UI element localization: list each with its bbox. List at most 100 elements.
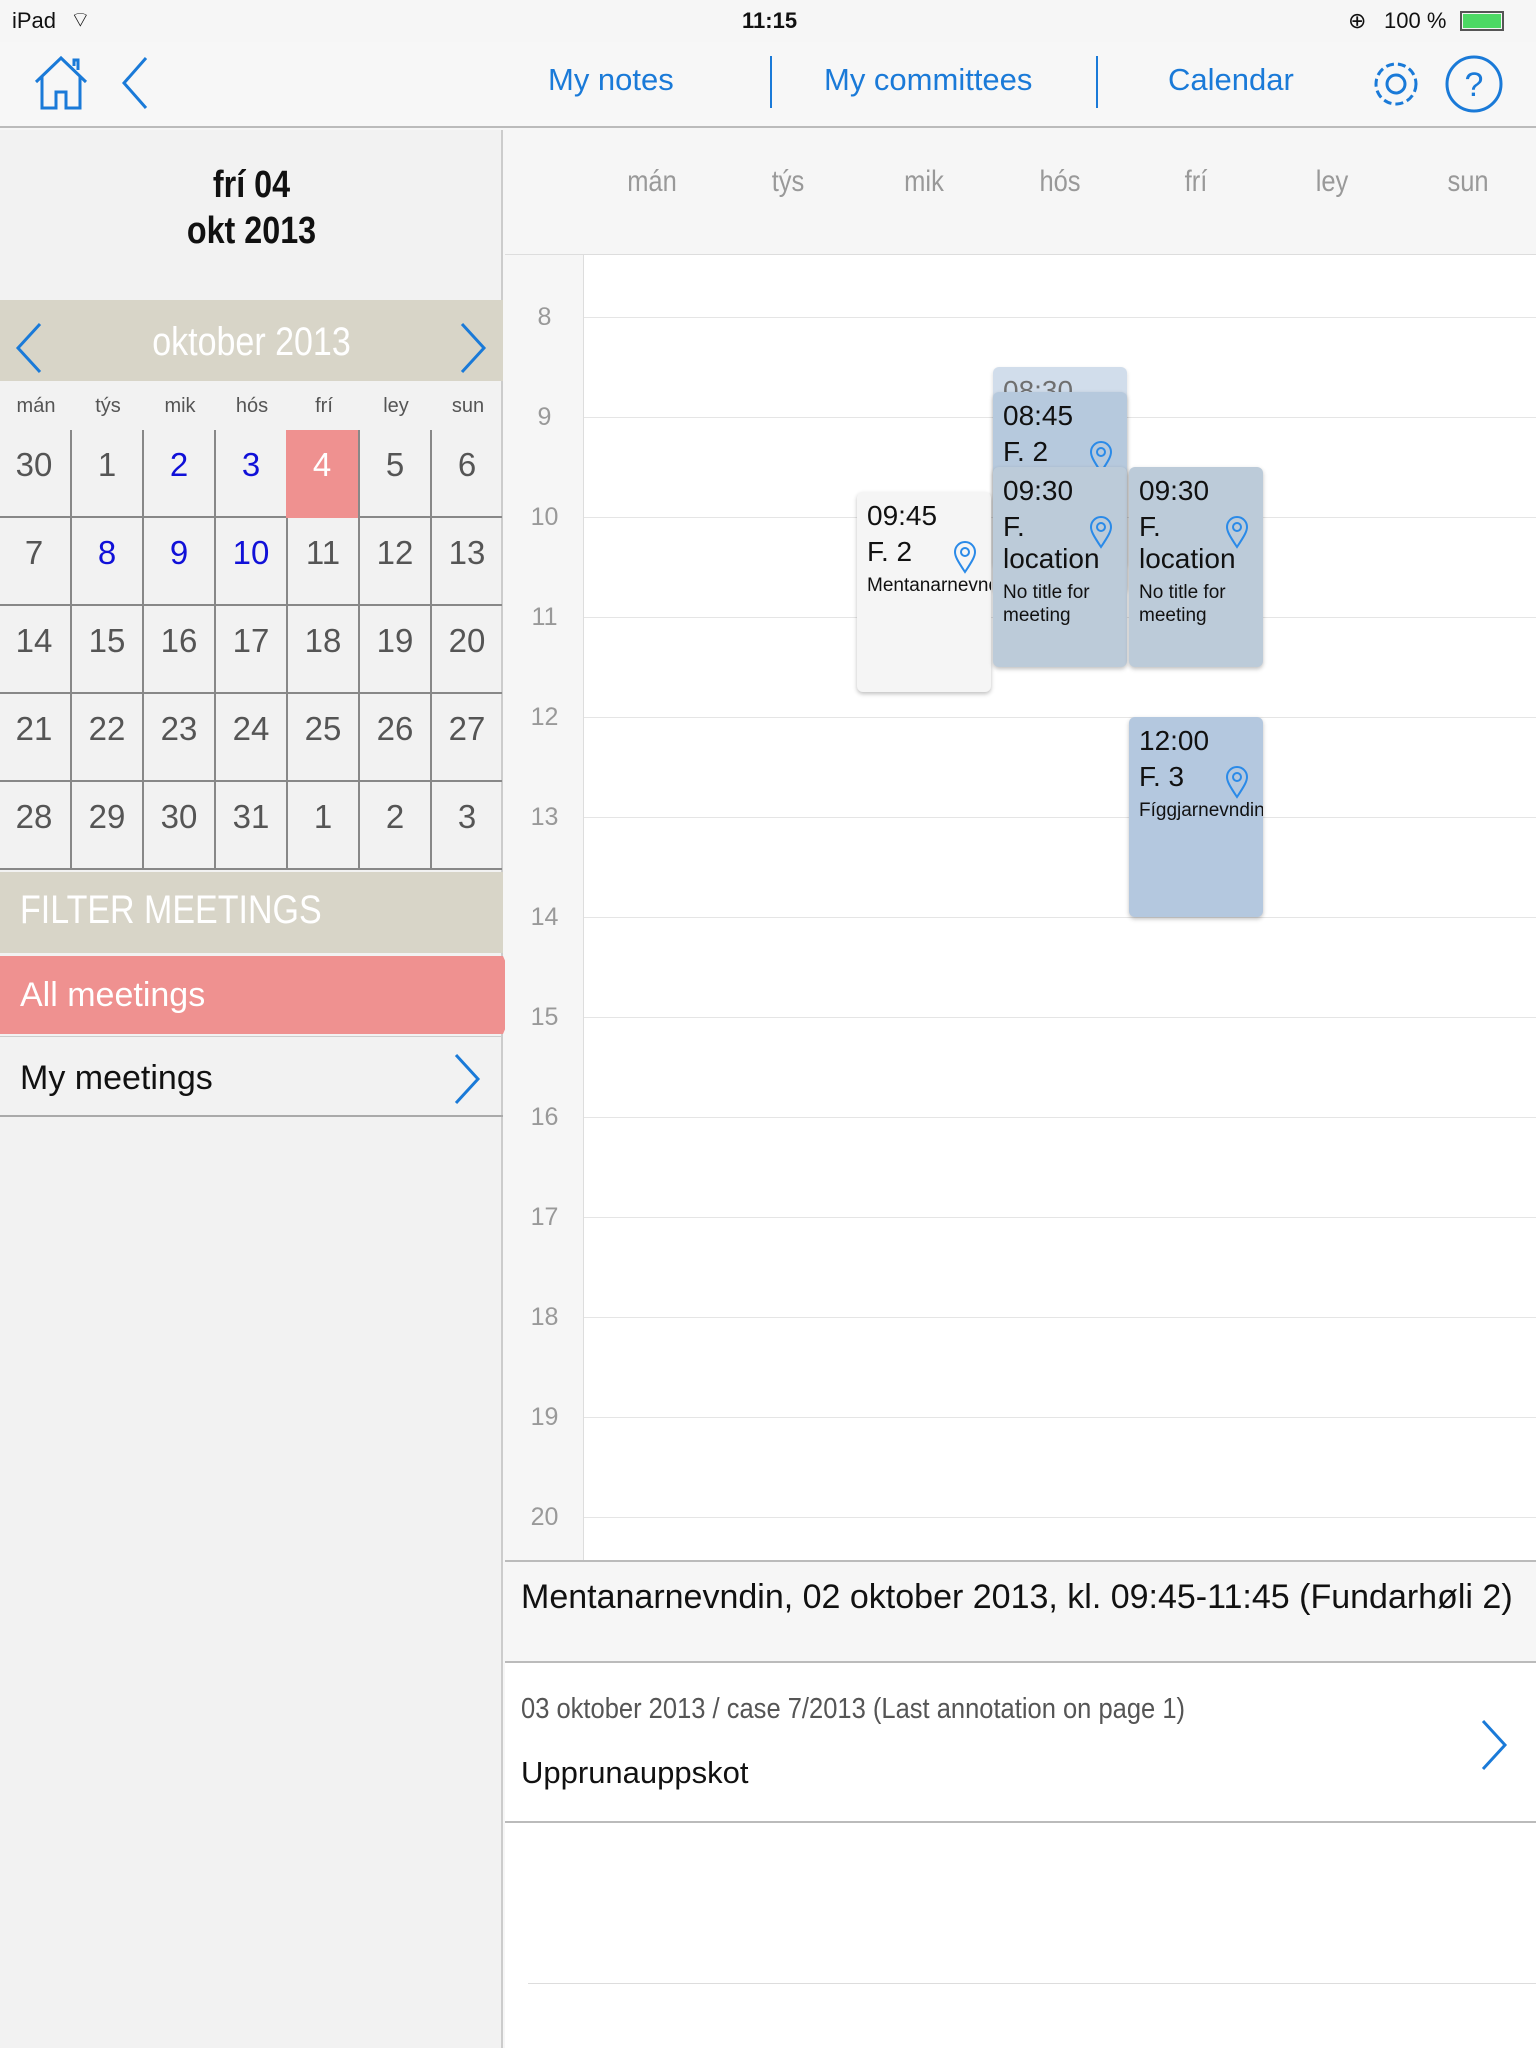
- event-title: No title for meeting: [1003, 582, 1090, 626]
- week-day-label: sun: [1447, 165, 1489, 198]
- weekday-label: ley: [383, 395, 409, 417]
- week-day-label: mik: [904, 165, 944, 198]
- weekday-label: mik: [164, 395, 196, 417]
- hour-line: [584, 1417, 1536, 1418]
- calendar-day[interactable]: 29: [70, 782, 142, 870]
- event-time: 09:45: [867, 500, 938, 531]
- calendar-day[interactable]: 28: [0, 782, 70, 870]
- battery-percent: 100 %: [1384, 8, 1447, 33]
- calendar-day[interactable]: 7: [0, 518, 70, 606]
- next-month-icon[interactable]: [458, 322, 488, 374]
- status-bar: iPad ⌔ 11:15 ⊕ 100 %: [0, 0, 1536, 42]
- calendar-day[interactable]: 21: [0, 694, 70, 782]
- week-day-label: frí: [1184, 165, 1208, 198]
- calendar-day[interactable]: 1: [70, 430, 142, 518]
- calendar-day[interactable]: 14: [0, 606, 70, 694]
- help-icon[interactable]: ?: [1444, 54, 1504, 114]
- nav-my-notes[interactable]: My notes: [548, 62, 674, 98]
- calendar-day[interactable]: 11: [286, 518, 358, 606]
- calendar-day[interactable]: 26: [358, 694, 430, 782]
- calendar-day[interactable]: 16: [142, 606, 214, 694]
- hour-line: [584, 1217, 1536, 1218]
- week-day-label: týs: [771, 165, 805, 198]
- hour-label: 16: [530, 1103, 559, 1131]
- meeting-item[interactable]: 03 oktober 2013 / case 7/2013 (Last anno…: [505, 1663, 1536, 1823]
- calendar-event[interactable]: 09:45F. 2Mentanarnevndin: [857, 492, 991, 692]
- nav-calendar[interactable]: Calendar: [1168, 62, 1294, 98]
- calendar-day[interactable]: 12: [358, 518, 430, 606]
- month-title: oktober 2013: [152, 320, 351, 364]
- weekday-label: týs: [95, 395, 121, 417]
- calendar-day[interactable]: 22: [70, 694, 142, 782]
- hour-label: 18: [530, 1303, 559, 1331]
- nav-divider: [1096, 56, 1098, 108]
- calendar-day[interactable]: 15: [70, 606, 142, 694]
- location-pin-icon: [1225, 765, 1249, 804]
- selected-meeting-header: Mentanarnevndin, 02 oktober 2013, kl. 09…: [505, 1560, 1536, 1663]
- calendar-event[interactable]: 09:30 F. location No title for meeting: [1129, 467, 1263, 667]
- calendar-day[interactable]: 5: [358, 430, 430, 518]
- month-bar: oktober 2013: [0, 300, 503, 381]
- calendar-event[interactable]: 09:30 F. location No title for meeting: [993, 467, 1127, 667]
- nav-my-committees[interactable]: My committees: [824, 62, 1032, 98]
- filter-label: All meetings: [20, 976, 206, 1014]
- selected-day: frí 04: [212, 164, 291, 206]
- calendar-day[interactable]: 30: [142, 782, 214, 870]
- calendar-day[interactable]: 3: [214, 430, 286, 518]
- nav-divider: [770, 56, 772, 108]
- location-pin-icon: [953, 540, 977, 579]
- calendar-day[interactable]: 2: [358, 782, 430, 870]
- calendar-day[interactable]: 25: [286, 694, 358, 782]
- calendar-day[interactable]: 8: [70, 518, 142, 606]
- weekday-label: sun: [451, 395, 485, 417]
- week-day-label: mán: [627, 165, 677, 198]
- calendar-day[interactable]: 24: [214, 694, 286, 782]
- chevron-right-icon: [454, 1053, 481, 1105]
- hour-label: 17: [530, 1203, 559, 1231]
- svg-text:?: ?: [1465, 66, 1484, 104]
- divider: [528, 1983, 1536, 1984]
- hour-line: [584, 317, 1536, 318]
- calendar-day[interactable]: 4: [286, 430, 358, 518]
- filter-header: FILTER MEETINGS: [0, 872, 503, 953]
- calendar-day[interactable]: 30: [0, 430, 70, 518]
- calendar-day[interactable]: 27: [430, 694, 502, 782]
- event-time: 09:30: [1003, 475, 1074, 506]
- calendar-day[interactable]: 23: [142, 694, 214, 782]
- hour-label: 14: [530, 903, 559, 931]
- hour-line: [584, 1017, 1536, 1018]
- calendar-day[interactable]: 31: [214, 782, 286, 870]
- calendar-day[interactable]: 6: [430, 430, 502, 518]
- calendar-day[interactable]: 2: [142, 430, 214, 518]
- calendar-day[interactable]: 20: [430, 606, 502, 694]
- calendar-day[interactable]: 9: [142, 518, 214, 606]
- calendar-day[interactable]: 18: [286, 606, 358, 694]
- week-header: mán týs mik hós frí ley sun: [505, 130, 1536, 255]
- event-time: 12:00: [1139, 725, 1210, 756]
- calendar-day[interactable]: 19: [358, 606, 430, 694]
- home-icon[interactable]: [32, 54, 90, 112]
- selected-month: okt 2013: [186, 210, 317, 252]
- prev-month-icon[interactable]: [14, 322, 44, 374]
- hour-label: 12: [530, 703, 559, 731]
- item-meta: 03 oktober 2013 / case 7/2013 (Last anno…: [521, 1693, 1186, 1725]
- calendar-day[interactable]: 3: [430, 782, 502, 870]
- event-location: F. 2: [1003, 436, 1049, 467]
- event-location: F. 3: [1139, 761, 1185, 792]
- event-location: F. location: [1139, 511, 1236, 574]
- device-label: iPad: [12, 8, 57, 33]
- item-title: Upprunauppskot: [521, 1755, 749, 1790]
- filter-my-meetings[interactable]: My meetings: [0, 1036, 503, 1117]
- back-icon[interactable]: [120, 56, 150, 110]
- calendar-day[interactable]: 13: [430, 518, 502, 606]
- calendar-event[interactable]: 12:00 F. 3 Fíggjarnevndin: [1129, 717, 1263, 917]
- hour-label: 8: [537, 303, 552, 331]
- filter-all-meetings[interactable]: All meetings: [0, 956, 520, 1034]
- gear-icon[interactable]: [1366, 54, 1426, 114]
- calendar-day[interactable]: 1: [286, 782, 358, 870]
- chevron-right-icon: [1481, 1719, 1508, 1771]
- hour-label: 19: [530, 1403, 559, 1431]
- location-pin-icon: [1225, 515, 1249, 554]
- calendar-day[interactable]: 10: [214, 518, 286, 606]
- calendar-day[interactable]: 17: [214, 606, 286, 694]
